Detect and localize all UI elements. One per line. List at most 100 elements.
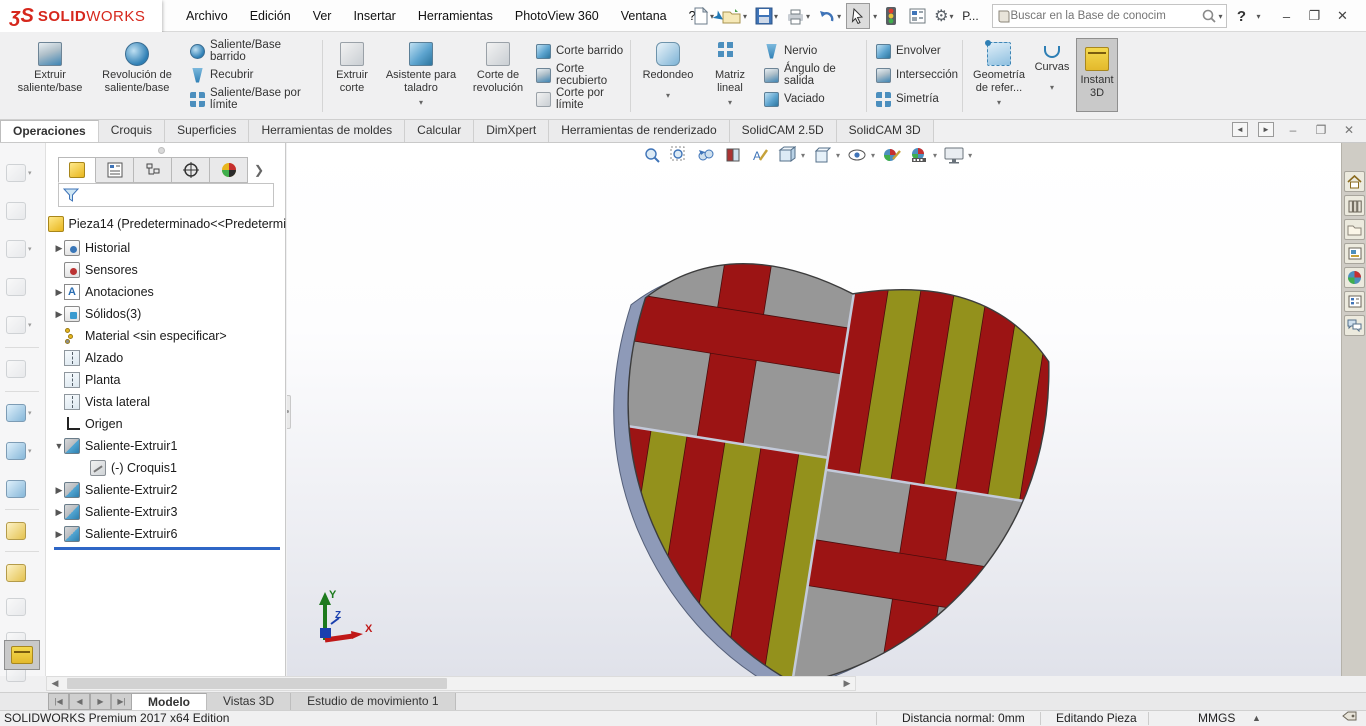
tabs-overflow-icon[interactable]: ❯ (248, 157, 270, 183)
save-button[interactable]: ▾ (752, 3, 781, 29)
collapse-pane-left-icon[interactable]: ◄ (1232, 122, 1248, 137)
revolve-boss-button[interactable]: Revolución de saliente/base (92, 38, 182, 116)
tool-gears[interactable] (6, 357, 40, 381)
tree-item-saliente-extruir2[interactable]: ▶ Saliente-Extruir2 (46, 479, 286, 501)
tree-filter-input[interactable] (83, 187, 273, 203)
shell-button[interactable]: Vaciado (760, 88, 864, 110)
previous-view-icon[interactable] (696, 145, 716, 165)
swept-boss-button[interactable]: Saliente/Base barrido (186, 39, 318, 63)
tree-item-alzado[interactable]: Alzado (46, 347, 286, 369)
doc-tab-estudio-movimiento[interactable]: Estudio de movimiento 1 (291, 693, 456, 710)
tool-pattern[interactable]: ▾ (6, 237, 40, 261)
tab-dimxpert[interactable]: DimXpert (474, 120, 550, 142)
units-caret-icon[interactable]: ▲ (1252, 711, 1261, 726)
hole-wizard-button[interactable]: Asistente para taladro ▾ (378, 38, 464, 116)
tab-displaymanager[interactable] (210, 157, 248, 183)
file-explorer-icon[interactable] (1344, 219, 1365, 240)
tab-featuremanager[interactable] (58, 157, 96, 183)
doc-minimize-icon[interactable]: – (1284, 123, 1302, 137)
tool-open-gray[interactable]: ▾ (6, 161, 40, 185)
rollback-bar[interactable] (54, 547, 280, 550)
custom-properties-icon[interactable] (1344, 291, 1365, 312)
intersect-button[interactable]: Intersección (872, 64, 958, 86)
tree-item-saliente-extruir3[interactable]: ▶ Saliente-Extruir3 (46, 501, 286, 523)
panel-grip[interactable] (158, 147, 165, 154)
collapse-pane-right-icon[interactable]: ► (1258, 122, 1274, 137)
help-button[interactable]: ? (1229, 3, 1253, 29)
apply-scene-icon[interactable] (909, 145, 929, 165)
wrap-button[interactable]: Envolver (872, 40, 958, 62)
doc-tab-vistas-3d[interactable]: Vistas 3D (207, 693, 292, 710)
menu-ver[interactable]: Ver (302, 0, 343, 32)
loft-button[interactable]: Recubrir (186, 64, 318, 86)
doc-close-icon[interactable]: ✕ (1340, 123, 1358, 137)
tree-item-saliente-extruir6[interactable]: ▶ Saliente-Extruir6 (46, 523, 286, 545)
display-style-icon[interactable] (812, 145, 832, 165)
tool-derive[interactable]: ▾ (6, 313, 40, 337)
annotation-views-icon[interactable]: A (750, 145, 770, 165)
prev-tab-icon[interactable]: ◀ (69, 693, 90, 710)
tool-attach[interactable] (6, 199, 40, 223)
options-list-button[interactable] (905, 3, 929, 29)
tab-solidcam-25d[interactable]: SolidCAM 2.5D (729, 120, 837, 142)
photoview-truncated-button[interactable]: P... (958, 3, 982, 29)
mirror-button[interactable]: Simetría (872, 88, 958, 110)
tree-item-historial[interactable]: ▶ Historial (46, 237, 286, 259)
boundary-cut-button[interactable]: Corte por límite (532, 87, 628, 111)
tree-root-pieza14[interactable]: Pieza14 (Predeterminado<<Predetermi (46, 213, 286, 235)
tab-croquis[interactable]: Croquis (98, 120, 166, 142)
zoom-to-area-icon[interactable] (669, 145, 689, 165)
lofted-cut-button[interactable]: Corte recubierto (532, 63, 628, 87)
tool-extrude-cut[interactable]: ▾ (6, 401, 40, 425)
tree-item-planta[interactable]: Planta (46, 369, 286, 391)
menu-photoview360[interactable]: PhotoView 360 (504, 0, 610, 32)
fillet-button[interactable]: Redondeo ▾ (636, 38, 700, 116)
swept-cut-button[interactable]: Corte barrido (532, 40, 628, 62)
first-tab-icon[interactable]: |◀ (48, 693, 69, 710)
menu-herramientas[interactable]: Herramientas (407, 0, 504, 32)
restore-button[interactable]: ❐ (1300, 3, 1328, 29)
tab-herramientas-renderizado[interactable]: Herramientas de renderizado (549, 120, 730, 142)
search-caret[interactable]: ▾ (1218, 12, 1222, 21)
tool-design-table[interactable] (6, 519, 40, 543)
tree-item-vista-lateral[interactable]: Vista lateral (46, 391, 286, 413)
linear-pattern-button[interactable]: Matriz lineal ▾ (702, 38, 758, 116)
view-settings-icon[interactable] (944, 145, 964, 165)
tool-edit-sketch[interactable] (6, 275, 40, 299)
menu-archivo[interactable]: Archivo (175, 0, 239, 32)
print-button[interactable]: ▾ (783, 3, 813, 29)
tag-icon[interactable] (1342, 711, 1357, 724)
help-caret[interactable]: ▾ (1256, 12, 1260, 21)
appearances-icon[interactable] (1344, 267, 1365, 288)
instant3d-button[interactable]: Instant 3D (1076, 38, 1118, 112)
rib-button[interactable]: Nervio (760, 40, 864, 62)
settings-gear-button[interactable]: ⚙ ▾ (931, 3, 956, 29)
doc-restore-icon[interactable]: ❐ (1312, 123, 1330, 137)
select-tool-button[interactable] (846, 3, 871, 29)
menu-edicion[interactable]: Edición (239, 0, 302, 32)
extrude-boss-button[interactable]: Extruir saliente/base (10, 38, 90, 116)
menu-ventana[interactable]: Ventana (610, 0, 678, 32)
tab-solidcam-3d[interactable]: SolidCAM 3D (836, 120, 934, 142)
zoom-to-fit-icon[interactable] (642, 145, 662, 165)
last-tab-icon[interactable]: ▶| (111, 693, 132, 710)
revolve-cut-button[interactable]: Corte de revolución (466, 38, 530, 116)
tree-item-anotaciones[interactable]: ▶ A Anotaciones (46, 281, 286, 303)
panel-splitter-handle[interactable] (287, 395, 291, 429)
search-icon[interactable] (1201, 8, 1217, 24)
rebuild-button[interactable] (879, 3, 903, 29)
tree-item-origen[interactable]: Origen (46, 413, 286, 435)
minimize-button[interactable]: – (1272, 3, 1300, 29)
open-document-button[interactable]: ▾ (719, 3, 750, 29)
doc-tab-modelo[interactable]: Modelo (132, 693, 207, 710)
tool-smart-gears[interactable] (6, 477, 40, 501)
forum-icon[interactable] (1344, 315, 1365, 336)
hide-show-items-icon[interactable] (847, 145, 867, 165)
design-library-icon[interactable] (1344, 195, 1365, 216)
scroll-left-icon[interactable]: ◀ (47, 678, 63, 689)
section-view-icon[interactable] (723, 145, 743, 165)
curves-button[interactable]: Curvas ▾ (1032, 38, 1072, 116)
tool-part-query[interactable] (6, 561, 40, 585)
tool-ref-geometry[interactable]: ▾ (6, 439, 40, 463)
view-orientation-icon[interactable] (777, 145, 797, 165)
